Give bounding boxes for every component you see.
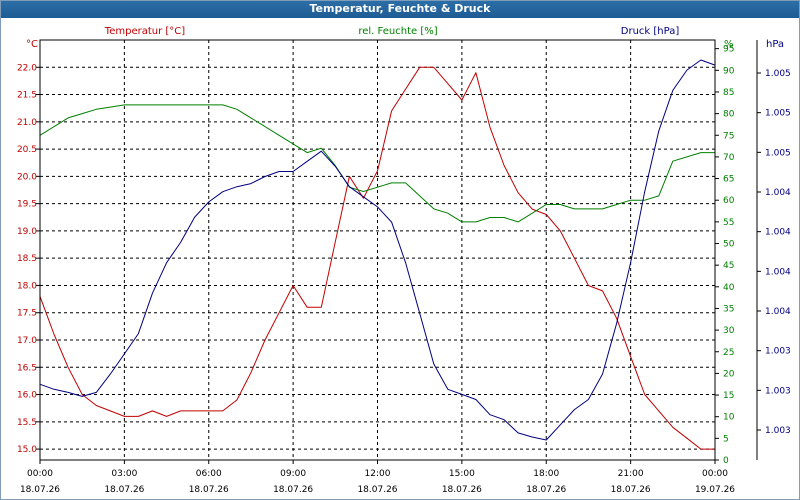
right2-axis-tick-label: 1.004: [765, 307, 791, 317]
left-axis-tick-label: 18.5: [17, 254, 37, 264]
x-tick-label-date: 18.07.26: [189, 485, 229, 495]
x-tick-label-time: 00:00: [702, 469, 728, 479]
right2-axis-tick-label: 1.003: [765, 347, 791, 357]
x-tick-label-time: 06:00: [196, 469, 222, 479]
right2-axis-tick-label: 1.004: [765, 188, 791, 198]
right2-axis-tick-label: 1.004: [765, 228, 791, 238]
x-tick-label-time: 15:00: [449, 469, 475, 479]
x-tick-label-date: 18.07.26: [526, 485, 566, 495]
right1-axis-tick-label: 65: [723, 175, 734, 185]
right2-axis-tick-label: 1.004: [765, 267, 791, 277]
right2-axis-tick-label: 1.005: [765, 69, 791, 79]
right1-axis-tick-label: 90: [723, 66, 735, 76]
x-tick-label-date: 18.07.26: [273, 485, 313, 495]
legend-temperatur: Temperatur [°C]: [104, 26, 185, 37]
right1-axis-tick-label: 55: [723, 218, 734, 228]
x-tick-label-time: 18:00: [533, 469, 559, 479]
legend-druck: Druck [hPa]: [621, 26, 680, 37]
right1-axis-tick-label: 80: [723, 110, 735, 120]
right1-axis-tick-label: 5: [723, 434, 729, 444]
left-axis-tick-label: 15.0: [17, 445, 37, 455]
right1-axis-tick-label: 30: [723, 326, 735, 336]
right1-axis-tick-label: 95: [723, 45, 734, 55]
x-tick-label-date: 18.07.26: [20, 485, 60, 495]
right1-axis-tick-label: 50: [723, 240, 735, 250]
right1-axis-tick-label: 85: [723, 88, 734, 98]
legend-feuchte: rel. Feuchte [%]: [358, 26, 437, 37]
left-axis-tick-label: 19.5: [17, 200, 37, 210]
x-tick-label-time: 12:00: [365, 469, 391, 479]
right1-axis-tick-label: 20: [723, 369, 735, 379]
x-tick-label-date: 19.07.26: [695, 485, 735, 495]
left-axis-tick-label: 22.0: [17, 63, 37, 73]
right2-axis-unit: hPa: [766, 39, 784, 50]
right1-axis-tick-label: 45: [723, 261, 734, 271]
right2-axis-tick-label: 1.005: [765, 109, 791, 119]
right1-axis-tick-label: 25: [723, 348, 734, 358]
x-tick-label-date: 18.07.26: [442, 485, 482, 495]
left-axis-tick-label: 17.0: [17, 336, 37, 346]
x-tick-label-date: 18.07.26: [104, 485, 144, 495]
x-tick-label-date: 18.07.26: [357, 485, 397, 495]
left-axis-tick-label: 21.5: [17, 91, 37, 101]
right1-axis-tick-label: 75: [723, 131, 734, 141]
left-axis-unit: °C: [26, 39, 38, 50]
left-axis-tick-label: 19.0: [17, 227, 37, 237]
left-axis-tick-label: 20.0: [17, 172, 37, 182]
x-tick-label-time: 00:00: [27, 469, 53, 479]
right1-axis-tick-label: 35: [723, 304, 734, 314]
right2-axis-tick-label: 1.005: [765, 148, 791, 158]
right1-axis-tick-label: 10: [723, 413, 735, 423]
right1-axis-tick-label: 0: [723, 456, 729, 466]
x-tick-label-date: 18.07.26: [611, 485, 651, 495]
right1-axis-tick-label: 70: [723, 153, 735, 163]
left-axis-tick-label: 16.5: [17, 363, 37, 373]
right1-axis-tick-label: 40: [723, 283, 735, 293]
left-axis-tick-label: 21.0: [17, 118, 37, 128]
left-axis-tick-label: 18.0: [17, 281, 37, 291]
chart-area: °C Temperatur [°C] rel. Feuchte [%] Druc…: [17, 26, 791, 495]
right1-axis-tick-label: 15: [723, 391, 734, 401]
right2-axis-tick-label: 1.003: [765, 426, 791, 436]
left-axis-tick-label: 15.5: [17, 418, 37, 428]
x-tick-label-time: 03:00: [111, 469, 137, 479]
right2-axis-tick-label: 1.003: [765, 386, 791, 396]
left-axis-tick-label: 20.5: [17, 145, 37, 155]
left-axis-tick-label: 16.0: [17, 391, 37, 401]
right1-axis-tick-label: 60: [723, 196, 735, 206]
x-tick-label-time: 09:00: [280, 469, 306, 479]
left-axis-tick-label: 17.5: [17, 309, 37, 319]
x-tick-label-time: 21:00: [618, 469, 644, 479]
